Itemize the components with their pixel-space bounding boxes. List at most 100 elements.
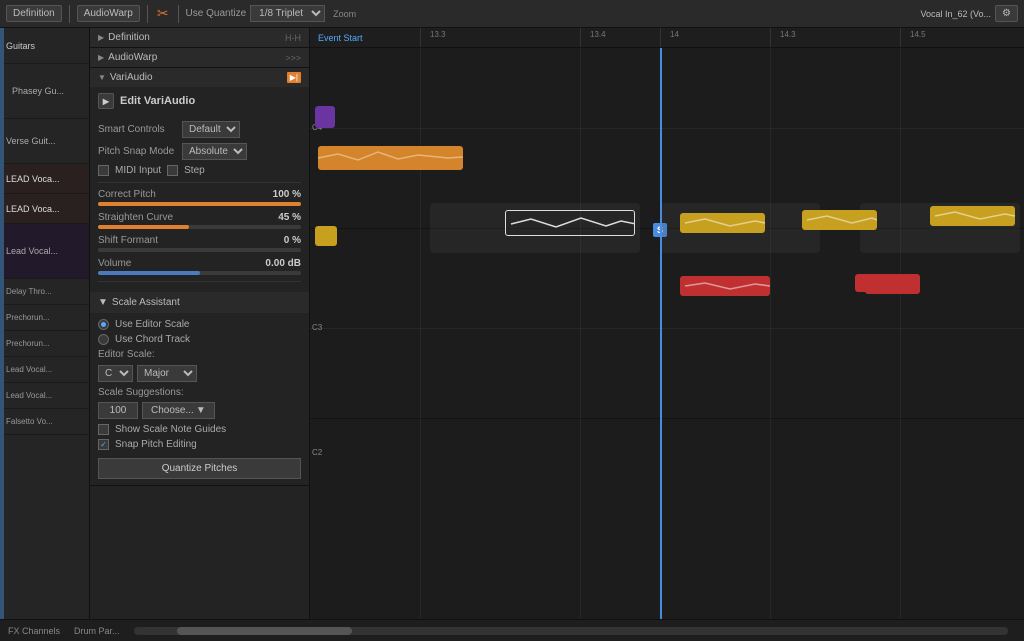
inspector-definition-header[interactable]: ▶ Definition H-H [90, 28, 309, 47]
straighten-slider[interactable] [98, 225, 301, 229]
use-quantize-label: Use Quantize [186, 8, 247, 19]
track-item-lead-voca[interactable]: Lead Vocal... [0, 224, 89, 279]
edit-variaudio-button[interactable]: ▶ Edit VariAudio [90, 87, 309, 115]
straighten-label: Straighten Curve [98, 212, 173, 223]
scale-root-select[interactable]: C [98, 365, 133, 382]
ruler-13-4: 13.4 [590, 30, 606, 39]
editor-area: Event Start 13.3 13.4 14 14.3 14.5 [310, 28, 1024, 619]
shift-formant-slider[interactable] [98, 248, 301, 252]
note-red-mr[interactable] [865, 274, 920, 294]
snap-pitch-row: ✓ Snap Pitch Editing [98, 439, 301, 450]
inspector-variaudio-header[interactable]: ▼ VariAudio ▶| [90, 68, 309, 87]
track-item-verse[interactable]: Verse Guit... [0, 119, 89, 164]
straighten-slider-row: Straighten Curve 45 % [98, 212, 301, 229]
definition-arrow-icon: ▶ [98, 33, 104, 42]
bottom-bar: FX Channels Drum Par... [0, 619, 1024, 641]
variaudio-arrow-icon: ▼ [98, 73, 106, 82]
editor-scale-label: Editor Scale: [98, 349, 158, 360]
ruler-13-3: 13.3 [430, 30, 446, 39]
bottom-drum-label: Drum Par... [74, 626, 120, 636]
track-item-phasey[interactable]: Phasey Gu... [0, 64, 89, 119]
inspector-audiowarp-section: ▶ AudioWarp >>> [90, 48, 309, 68]
step-checkbox[interactable] [167, 165, 178, 176]
note-orange-main[interactable] [318, 146, 463, 170]
track-item-lead-vocal3[interactable]: Lead Vocal... [0, 357, 89, 383]
variaudio-label: VariAudio [110, 72, 153, 83]
shift-formant-label: Shift Formant [98, 235, 158, 246]
event-start-label: Event Start [318, 33, 363, 43]
note-red-1-wave [680, 276, 770, 296]
pitch-snap-label: Pitch Snap Mode [98, 146, 178, 157]
toolbar-settings-btn[interactable]: ⚙ [995, 5, 1018, 22]
track-item-delay[interactable]: Delay Thro... [0, 279, 89, 305]
toolbar-right: Vocal In_62 (Vo... ⚙ [920, 5, 1018, 22]
ruler-tick-3 [660, 28, 661, 47]
bottom-scrollbar-thumb [177, 627, 352, 635]
grid-h-c4 [310, 128, 1024, 129]
pitch-snap-select[interactable]: Absolute [182, 143, 247, 160]
bottom-scrollbar[interactable] [134, 627, 1008, 635]
note-yellow-left[interactable] [315, 226, 337, 246]
track-item-guitars[interactable]: Guitars [0, 28, 89, 64]
show-scale-guides-label: Show Scale Note Guides [115, 424, 226, 435]
shift-formant-label-row: Shift Formant 0 % [98, 235, 301, 246]
smart-controls-select[interactable]: Default [182, 121, 240, 138]
audiowarp-arrow-icon: ▶ [98, 53, 104, 62]
scale-suggestions-row: 100 Choose... ▼ [98, 402, 301, 419]
quantize-pitches-button[interactable]: Quantize Pitches [98, 458, 301, 479]
ruler-14-5: 14.5 [910, 30, 926, 39]
track-name-delay: Delay Thro... [6, 287, 52, 296]
ruler-tick-2 [580, 28, 581, 47]
volume-slider[interactable] [98, 271, 301, 275]
editor-scale-row: Editor Scale: [98, 349, 301, 360]
note-yellow-mr[interactable] [802, 210, 877, 230]
toolbar-divider-3 [178, 5, 179, 23]
scale-assistant-header[interactable]: ▼ Scale Assistant [90, 292, 309, 313]
volume-slider-row: Volume 0.00 dB [98, 258, 301, 275]
toolbar-audiowarp-btn[interactable]: AudioWarp [77, 5, 140, 22]
track-item-lead-voc-2[interactable]: LEAD Voca... [0, 194, 89, 224]
note-yellow-fr1-wave [930, 206, 1015, 226]
editor-scale-selects-row: C Major [98, 365, 301, 382]
toolbar-definition-btn[interactable]: Definition [6, 5, 62, 22]
midi-input-checkbox[interactable] [98, 165, 109, 176]
track-item-lead-vocal4[interactable]: Lead Vocal... [0, 383, 89, 409]
ruler-14-3: 14.3 [780, 30, 796, 39]
correct-pitch-slider[interactable] [98, 202, 301, 206]
snap-pitch-checkbox[interactable]: ✓ [98, 439, 109, 450]
track-name-lv4: Lead Vocal... [6, 391, 52, 400]
shift-formant-slider-row: Shift Formant 0 % [98, 235, 301, 252]
midi-input-row: MIDI Input Step [98, 165, 301, 176]
scale-type-select[interactable]: Major [137, 365, 197, 382]
editor-canvas[interactable]: C4 C3 C2 S [310, 48, 1024, 619]
quantize-select[interactable]: 1/8 Triplet 1/4 1/8 1/16 [250, 5, 325, 22]
midi-input-label: MIDI Input [115, 165, 161, 176]
use-chord-track-radio[interactable] [98, 334, 109, 345]
track-item-prechorun[interactable]: Prechorun... [0, 305, 89, 331]
note-orange-wave [318, 146, 463, 170]
inspector-audiowarp-header[interactable]: ▶ AudioWarp >>> [90, 48, 309, 67]
correct-pitch-label-row: Correct Pitch 100 % [98, 189, 301, 200]
zoom-label: Zoom [333, 9, 356, 19]
step-label: Step [184, 165, 205, 176]
ruler-tick-5 [900, 28, 901, 47]
smart-controls-row: Smart Controls Default [98, 121, 301, 138]
note-yellow-fr1[interactable] [930, 206, 1015, 226]
c2-label: C2 [312, 448, 322, 457]
note-purple-1[interactable] [315, 106, 335, 128]
note-yellow-r1[interactable] [680, 213, 765, 233]
snap-pitch-label: Snap Pitch Editing [115, 439, 197, 450]
track-item-lead-voc-1[interactable]: LEAD Voca... [0, 164, 89, 194]
note-red-1[interactable] [680, 276, 770, 296]
use-editor-scale-label: Use Editor Scale [115, 319, 189, 330]
track-item-prechorun2[interactable]: Prechorun... [0, 331, 89, 357]
track-name-lv3: Lead Vocal... [6, 365, 52, 374]
grid-h-bot [310, 418, 1024, 419]
note-yellow-mr-wave [802, 210, 877, 230]
track-item-falsetto[interactable]: Falsetto Vo... [0, 409, 89, 435]
choose-button[interactable]: Choose... ▼ [142, 402, 215, 419]
show-scale-guides-checkbox[interactable] [98, 424, 109, 435]
use-editor-scale-radio[interactable] [98, 319, 109, 330]
note-white-mid[interactable] [505, 210, 635, 236]
track-name-lead2: LEAD Voca... [6, 204, 60, 214]
